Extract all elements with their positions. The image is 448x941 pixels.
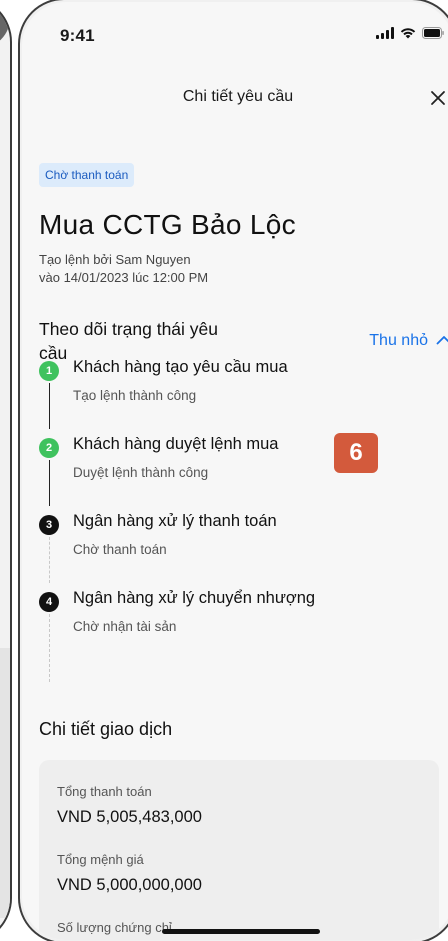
detail-label: Tổng thanh toán: [57, 784, 152, 799]
collapse-label: Thu nhỏ: [369, 332, 428, 349]
timeline-connector: [48, 383, 50, 429]
status-time: 9:41: [60, 26, 95, 45]
created-at-text: vào 14/01/2023 lúc 12:00 PM: [39, 270, 209, 285]
detail-label: Số lượng chứng chỉ: [57, 920, 172, 935]
adjacent-phone-header: [0, 0, 10, 48]
step-title: Ngân hàng xử lý chuyển nhượng: [73, 589, 316, 607]
step-subtitle: Chờ nhận tài sản: [73, 619, 177, 634]
adjacent-phone-panel: [0, 648, 10, 918]
detail-value: VND 5,005,483,000: [57, 808, 202, 826]
timeline-connector: [48, 460, 50, 506]
close-icon[interactable]: [426, 86, 448, 110]
timeline-connector: [48, 537, 50, 583]
home-indicator: [162, 929, 320, 934]
detail-label: Tổng mệnh giá: [57, 852, 144, 867]
status-badge: Chờ thanh toán: [39, 163, 135, 187]
created-by-text: Tạo lệnh bởi Sam Nguyen: [39, 252, 191, 267]
step-number-badge: 1: [39, 361, 59, 381]
annotation-badge: 6: [334, 433, 378, 473]
adjacent-phone-frame: [0, 0, 12, 941]
wifi-icon: [400, 27, 416, 39]
signal-icon: [376, 27, 394, 39]
phone-screen: 9:41 Chi tiết yêu cầu Chờ thanh toán Mua…: [22, 2, 448, 940]
transaction-section-title: Chi tiết giao dịch: [39, 719, 173, 739]
phone-frame: 9:41 Chi tiết yêu cầu Chờ thanh toán Mua…: [18, 0, 448, 941]
battery-icon: [422, 27, 444, 39]
step-number-badge: 3: [39, 515, 59, 535]
transaction-detail-card: Tổng thanh toán VND 5,005,483,000 Tổng m…: [39, 760, 439, 940]
step-number-badge: 4: [39, 592, 59, 612]
step-title: Khách hàng duyệt lệnh mua: [73, 435, 279, 453]
timeline-connector: [48, 614, 50, 682]
step-number-badge: 2: [39, 438, 59, 458]
step-subtitle: Chờ thanh toán: [73, 542, 167, 557]
page-header-title: Chi tiết yêu cầu: [182, 88, 294, 105]
collapse-button[interactable]: Thu nhỏ: [369, 332, 448, 350]
chevron-up-icon: [436, 332, 448, 350]
status-bar: 9:41: [22, 2, 448, 64]
step-title: Ngân hàng xử lý thanh toán: [73, 512, 277, 530]
step-title: Khách hàng tạo yêu cầu mua: [73, 358, 288, 376]
step-subtitle: Duyệt lệnh thành công: [73, 465, 209, 480]
detail-value: VND 5,000,000,000: [57, 876, 202, 894]
step-subtitle: Tạo lệnh thành công: [73, 388, 197, 403]
order-title: Mua CCTG Bảo Lộc: [39, 209, 296, 240]
status-icons: [376, 27, 444, 39]
screenshot-stage: 9:41 Chi tiết yêu cầu Chờ thanh toán Mua…: [0, 0, 448, 941]
